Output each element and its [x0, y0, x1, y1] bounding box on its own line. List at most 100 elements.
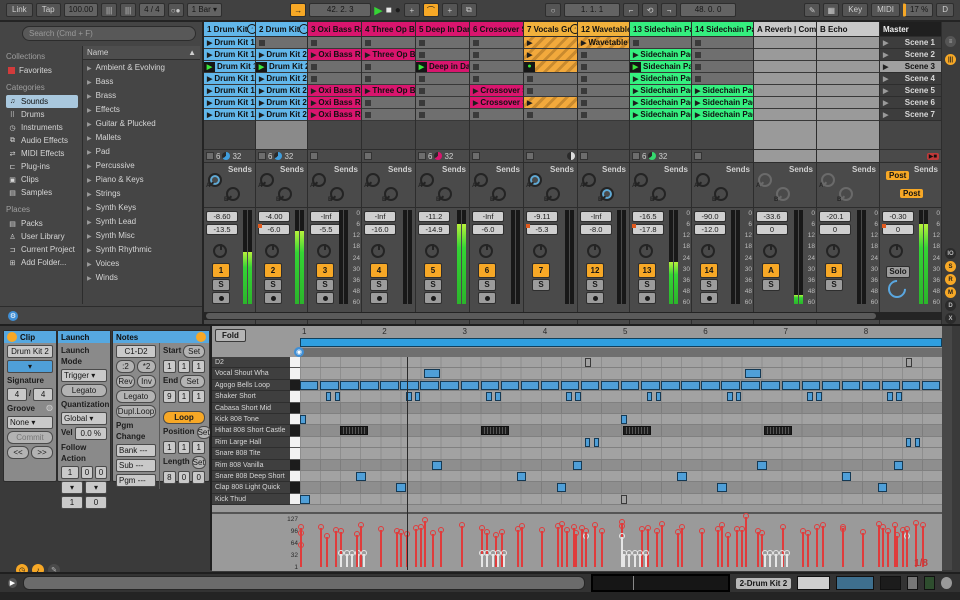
- clip-stop-icon[interactable]: [419, 40, 425, 46]
- list-item[interactable]: ▶Bass: [83, 74, 200, 88]
- loop-toggle-button[interactable]: Loop: [163, 411, 205, 424]
- clip-launch-icon[interactable]: ▶: [633, 111, 638, 119]
- expand-triangle-icon[interactable]: ▶: [87, 122, 92, 128]
- clip-stop-slot[interactable]: [308, 37, 361, 49]
- clip-stop-icon[interactable]: [419, 100, 425, 106]
- drum-row-label[interactable]: Cabasa Short Mid: [212, 403, 290, 414]
- midi-note[interactable]: [761, 381, 779, 390]
- clip-stop-icon[interactable]: [695, 52, 701, 58]
- fa-bar-field[interactable]: 1: [61, 466, 79, 479]
- velocity-stem[interactable]: [541, 531, 543, 567]
- sidebar-item-packs[interactable]: ▤Packs: [6, 217, 78, 230]
- hihat-note-cluster[interactable]: [623, 426, 651, 435]
- velocity-stem[interactable]: [320, 528, 322, 567]
- pan-knob[interactable]: [533, 244, 547, 258]
- clip-launch-icon[interactable]: ▶: [695, 111, 700, 119]
- expand-triangle-icon[interactable]: ▶: [87, 80, 92, 86]
- scene-launch-icon[interactable]: ▶: [883, 87, 894, 95]
- clip-launch-icon[interactable]: ▶: [695, 87, 700, 95]
- sort-icon[interactable]: ▲: [188, 48, 196, 57]
- midi-note[interactable]: [647, 392, 653, 401]
- velocity-stem[interactable]: [727, 536, 729, 567]
- clip-stop-icon[interactable]: [581, 64, 587, 70]
- drum-row-label[interactable]: Snare 808 Tite: [212, 448, 290, 459]
- arm-button[interactable]: [700, 292, 718, 304]
- expand-triangle-icon[interactable]: ▶: [87, 276, 92, 282]
- start-value-1[interactable]: 1: [178, 360, 191, 373]
- note-grid-row[interactable]: [300, 482, 942, 493]
- track-header[interactable]: 1 Drum Kit◦: [204, 22, 255, 37]
- midi-note[interactable]: [561, 381, 579, 390]
- list-item[interactable]: ▶Synth Keys: [83, 200, 200, 214]
- clip-stop-slot[interactable]: [308, 61, 361, 73]
- position-value-2[interactable]: 1: [192, 441, 205, 454]
- clip-slot[interactable]: ▶Sidechain Pad: [630, 97, 691, 109]
- drum-row-label[interactable]: Rim 808 Vanilla: [212, 460, 290, 471]
- arm-button[interactable]: [370, 292, 388, 304]
- clip-slot[interactable]: ▶Three Op Ba: [362, 85, 415, 97]
- punch-out-icon[interactable]: ¬: [661, 3, 677, 17]
- peak-level-field[interactable]: -Inf: [472, 211, 504, 222]
- clip-slot[interactable]: ▶Oxi Bass Rack: [308, 97, 361, 109]
- peak-level-field[interactable]: -20.1: [819, 211, 851, 222]
- computer-midi-keyboard-icon[interactable]: ▦: [823, 3, 839, 17]
- solo-button[interactable]: S: [212, 279, 230, 291]
- velocity-stem[interactable]: [736, 530, 738, 567]
- velocity-stem[interactable]: [585, 532, 587, 567]
- expand-triangle-icon[interactable]: ▶: [87, 108, 92, 114]
- velocity-lane[interactable]: 1/8 1279664321: [212, 512, 942, 571]
- velocity-stem[interactable]: [807, 534, 809, 567]
- midi-note[interactable]: [822, 381, 840, 390]
- clip-slot[interactable]: ▶Drum Kit 2: [256, 73, 307, 85]
- solo-button[interactable]: S: [700, 279, 718, 291]
- clip-stop-slot[interactable]: [470, 37, 523, 49]
- sidebar-item-add-folder-[interactable]: ⊞Add Folder...: [6, 256, 78, 269]
- clip-stop-slot[interactable]: [362, 37, 415, 49]
- velocity-stem[interactable]: [424, 521, 426, 567]
- clip-stop-slot[interactable]: [470, 109, 523, 121]
- velocity-stem[interactable]: [497, 554, 499, 567]
- scene-row[interactable]: ▶Scene 2: [880, 49, 941, 61]
- clip-stop-slot[interactable]: [362, 109, 415, 121]
- expand-triangle-icon[interactable]: ▶: [87, 136, 92, 142]
- velocity-stem[interactable]: [661, 525, 663, 567]
- clip-slot[interactable]: ▶Three Op Ba: [362, 49, 415, 61]
- velocity-stem[interactable]: [842, 528, 844, 567]
- volume-field[interactable]: -14.9: [418, 224, 450, 235]
- expand-triangle-icon[interactable]: ▶: [87, 262, 92, 268]
- note-grid-row[interactable]: [300, 494, 942, 505]
- clip-launch-icon[interactable]: ▶: [633, 51, 638, 59]
- scrub-area[interactable]: ◉: [300, 348, 942, 357]
- velocity-stem[interactable]: [764, 554, 766, 567]
- clip-stop-slot[interactable]: [692, 61, 753, 73]
- midi-note[interactable]: [573, 461, 583, 470]
- clip-stop-icon[interactable]: [581, 76, 587, 82]
- sig-numerator[interactable]: 4: [7, 388, 27, 401]
- scene-row[interactable]: ▶Scene 4: [880, 73, 941, 85]
- velocity-stem[interactable]: [639, 554, 641, 567]
- start-value-2[interactable]: 1: [192, 360, 205, 373]
- clip-stop-slot[interactable]: [362, 73, 415, 85]
- clip-stop-icon[interactable]: [527, 76, 533, 82]
- clip-slot[interactable]: ▶Oxi Bass Rack: [308, 109, 361, 121]
- clip-slot[interactable]: ▶Oxi Bass Rack: [308, 49, 361, 61]
- clip-slot[interactable]: ▶Sidechain Pad: [692, 97, 753, 109]
- velocity-stem[interactable]: [721, 526, 723, 567]
- clip-stop-icon[interactable]: [419, 76, 425, 82]
- clip-stop-slot[interactable]: [578, 97, 629, 109]
- clip-slot[interactable]: ▶Deep in Dark: [416, 61, 469, 73]
- midi-note[interactable]: [380, 381, 398, 390]
- record-button[interactable]: ●: [395, 5, 401, 16]
- clip-launch-icon[interactable]: ▶: [527, 51, 532, 59]
- metronome-icon[interactable]: ○●: [168, 3, 184, 17]
- clip-stop-icon[interactable]: [311, 64, 317, 70]
- hihat-note-cluster[interactable]: [340, 426, 368, 435]
- tap-tempo-button[interactable]: Tap: [36, 3, 61, 17]
- velocity-stem[interactable]: [601, 532, 603, 567]
- track-activator-button[interactable]: B: [825, 263, 843, 278]
- clip-slot[interactable]: ▶Drum Kit 1: [204, 97, 255, 109]
- clip-stop-slot[interactable]: [470, 49, 523, 61]
- track-header[interactable]: 2 Drum Kit◦: [256, 22, 307, 37]
- scene-launch-icon[interactable]: ▶: [883, 39, 894, 47]
- clip-launch-icon[interactable]: ▶: [207, 99, 212, 107]
